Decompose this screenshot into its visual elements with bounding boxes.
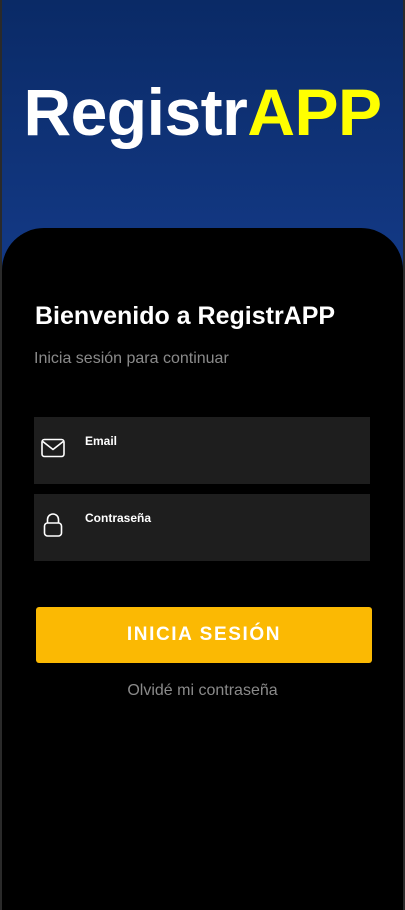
password-label: Contraseña	[85, 511, 152, 525]
login-button[interactable]: INICIA SESIÓN	[36, 607, 372, 663]
forgot-password-link[interactable]: Olvidé mi contraseña	[2, 681, 403, 701]
email-label: Email	[85, 434, 118, 448]
welcome-title: Bienvenido a RegistrAPP	[35, 302, 336, 330]
app-logo: RegistrAPP	[0, 74, 405, 150]
device-frame-left	[0, 0, 2, 910]
welcome-subtitle: Inicia sesión para continuar	[34, 350, 229, 367]
logo-text-app: APP	[247, 75, 382, 149]
login-card: Bienvenido a RegistrAPP Inicia sesión pa…	[2, 228, 403, 910]
logo-text-registr: Registr	[23, 75, 248, 149]
password-field[interactable]: Contraseña	[34, 494, 370, 561]
login-screen: RegistrAPP Bienvenido a RegistrAPP Inici…	[0, 0, 405, 910]
email-field[interactable]: Email	[34, 417, 370, 484]
lock-icon	[43, 513, 63, 537]
email-input[interactable]	[85, 451, 355, 473]
password-input[interactable]	[85, 528, 355, 550]
mail-icon	[41, 438, 65, 458]
